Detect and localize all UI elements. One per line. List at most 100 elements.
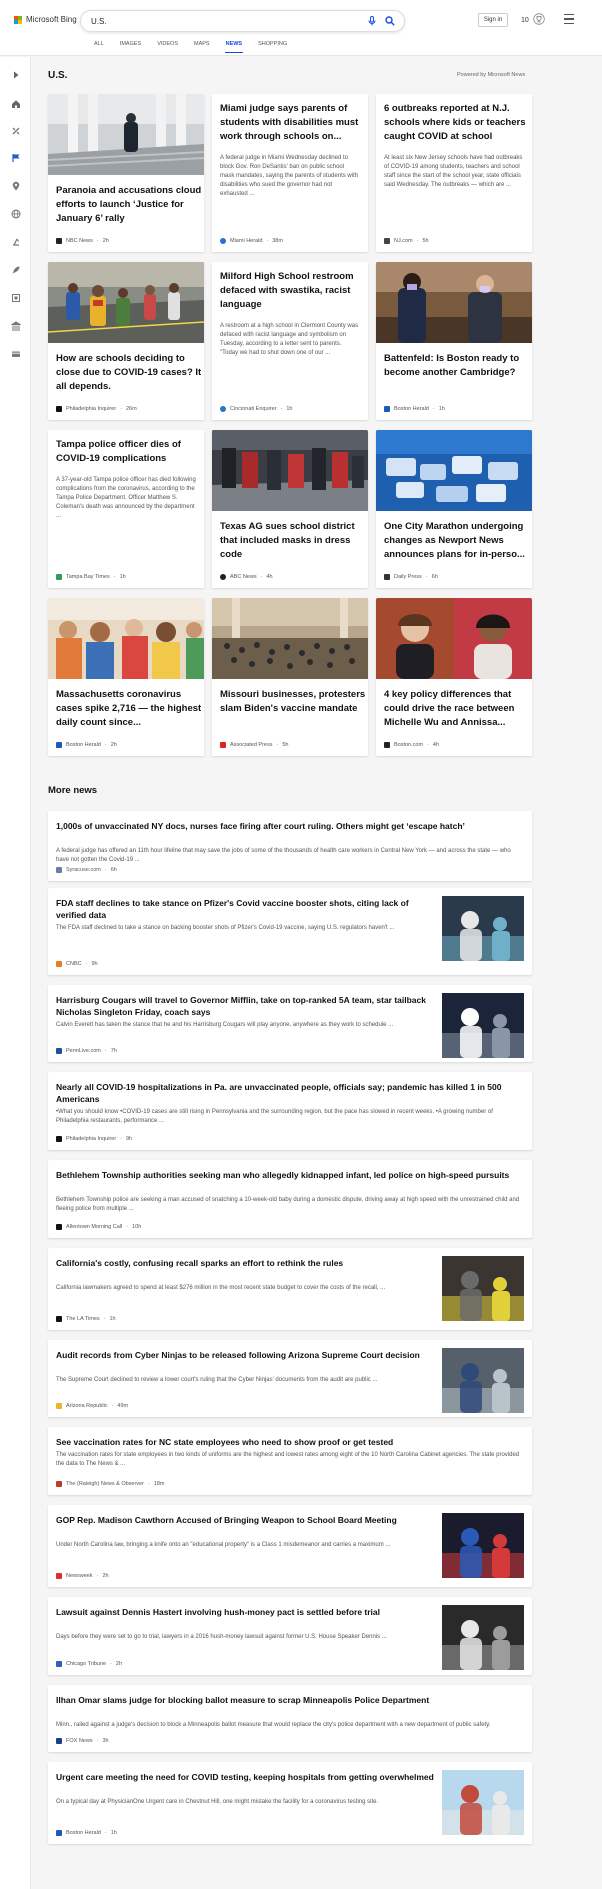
news-thumbnail[interactable] [442,1348,524,1413]
bing-logo[interactable]: Microsoft Bing [14,15,77,24]
news-card[interactable]: 6 outbreaks reported at N.J. schools whe… [376,94,532,252]
news-title[interactable]: See vaccination rates for NC state emplo… [56,1436,524,1448]
tab-news[interactable]: NEWS [218,41,251,55]
news-source[interactable]: Arizona Republic · 49m [56,1403,128,1409]
news-source[interactable]: Newsweek · 2h [56,1573,109,1579]
news-source[interactable]: Syracuse.com · 6h [56,867,117,873]
tab-all[interactable]: ALL [86,41,112,55]
tab-shopping[interactable]: SHOPPING [250,41,295,55]
news-card[interactable]: Milford High School restroom defaced wit… [212,262,368,420]
card-title[interactable]: Milford High School restroom defaced wit… [220,270,368,312]
more-news-item[interactable]: Urgent care meeting the need for COVID t… [48,1762,532,1844]
more-news-item[interactable]: Nearly all COVID-19 hospitalizations in … [48,1072,532,1150]
search-input[interactable] [91,16,360,26]
card-title[interactable]: Battenfeld: Is Boston ready to become an… [384,352,532,380]
news-thumbnail[interactable] [442,1513,524,1578]
card-source[interactable]: NBC News · 2h [56,238,109,244]
news-source[interactable]: Chicago Tribune · 2h [56,1661,122,1667]
news-card[interactable]: Paranoia and accusations cloud efforts t… [48,94,204,252]
news-title[interactable]: California's costly, confusing recall sp… [56,1257,436,1269]
powered-by-label[interactable]: Powered by Microsoft News [457,72,525,78]
news-title[interactable]: GOP Rep. Madison Cawthorn Accused of Bri… [56,1514,436,1526]
news-card[interactable]: Missouri businesses, protesters slam Bid… [212,598,368,756]
card-title[interactable]: Texas AG sues school district that inclu… [220,520,368,562]
location-icon[interactable] [9,179,23,193]
news-card[interactable]: Texas AG sues school district that inclu… [212,430,368,588]
card-source[interactable]: Boston Herald · 2h [56,742,117,748]
news-source[interactable]: Boston Herald · 1h [56,1830,117,1836]
globe-icon[interactable] [9,207,23,221]
news-thumbnail[interactable] [442,896,524,961]
card-title[interactable]: Missouri businesses, protesters slam Bid… [220,688,368,716]
news-thumbnail[interactable] [442,1770,524,1835]
rocket-icon[interactable] [9,263,23,277]
news-title[interactable]: FDA staff declines to take stance on Pfi… [56,897,436,921]
card-title[interactable]: Massachusetts coronavirus cases spike 2,… [56,688,204,730]
more-news-item[interactable]: Lawsuit against Dennis Hastert involving… [48,1597,532,1675]
home-icon[interactable] [9,97,23,111]
news-source[interactable]: The LA Times · 1h [56,1316,116,1322]
card-source[interactable]: NJ.com · 5h [384,238,429,244]
card-source[interactable]: Philadelphia Inquirer · 26m [56,406,137,412]
news-title[interactable]: Ilhan Omar slams judge for blocking ball… [56,1694,524,1706]
card-source[interactable]: Boston Herald · 1h [384,406,445,412]
card-source[interactable]: Tampa Bay Times · 1h [56,574,126,580]
menu-icon[interactable] [564,14,574,24]
tab-videos[interactable]: VIDEOS [149,41,186,55]
bank-icon[interactable] [9,319,23,333]
more-news-item[interactable]: FDA staff declines to take stance on Pfi… [48,888,532,975]
tab-maps[interactable]: MAPS [186,41,218,55]
card-title[interactable]: 4 key policy differences that could driv… [384,688,532,730]
news-source[interactable]: The (Raleigh) News & Observer · 18m [56,1481,165,1487]
news-source[interactable]: CNBC · 9h [56,961,98,967]
microphone-icon[interactable] [366,15,378,27]
card-source[interactable]: Boston.com · 4h [384,742,439,748]
card-title[interactable]: Miami judge says parents of students wit… [220,102,368,144]
news-title[interactable]: Nearly all COVID-19 hospitalizations in … [56,1081,524,1105]
news-title[interactable]: Bethlehem Township authorities seeking m… [56,1169,524,1181]
card-source[interactable]: Daily Press · 6h [384,574,438,580]
tab-images[interactable]: IMAGES [112,41,149,55]
card-source[interactable]: Miami Herald · 38m [220,238,283,244]
flag-icon[interactable] [9,151,23,165]
more-news-item[interactable]: 1,000s of unvaccinated NY docs, nurses f… [48,811,532,881]
news-thumbnail[interactable] [442,1605,524,1670]
news-title[interactable]: 1,000s of unvaccinated NY docs, nurses f… [56,820,524,832]
science-icon[interactable] [9,235,23,249]
news-card[interactable]: One City Marathon undergoing changes as … [376,430,532,588]
news-title[interactable]: Lawsuit against Dennis Hastert involving… [56,1606,436,1618]
news-card[interactable]: 4 key policy differences that could driv… [376,598,532,756]
tools-icon[interactable] [9,124,23,138]
news-card[interactable]: Massachusetts coronavirus cases spike 2,… [48,598,204,756]
sign-in-button[interactable]: Sign in [478,13,508,27]
news-card[interactable]: Miami judge says parents of students wit… [212,94,368,252]
card-title[interactable]: How are schools deciding to close due to… [56,352,204,394]
more-news-item[interactable]: Harrisburg Cougars will travel to Govern… [48,985,532,1062]
card-title[interactable]: One City Marathon undergoing changes as … [384,520,532,562]
news-title[interactable]: Urgent care meeting the need for COVID t… [56,1771,436,1783]
card-source[interactable]: ABC News · 4h [220,574,273,580]
rewards-button[interactable]: 10 [521,13,545,27]
more-news-item[interactable]: Audit records from Cyber Ninjas to be re… [48,1340,532,1417]
news-thumbnail[interactable] [442,1256,524,1321]
news-source[interactable]: FOX News · 3h [56,1738,109,1744]
more-news-item[interactable]: See vaccination rates for NC state emplo… [48,1427,532,1495]
news-title[interactable]: Harrisburg Cougars will travel to Govern… [56,994,436,1018]
expand-icon[interactable] [9,68,23,82]
more-news-item[interactable]: California's costly, confusing recall sp… [48,1248,532,1330]
news-card[interactable]: Battenfeld: Is Boston ready to become an… [376,262,532,420]
card-title[interactable]: 6 outbreaks reported at N.J. schools whe… [384,102,532,144]
card-title[interactable]: Tampa police officer dies of COVID-19 co… [56,438,204,466]
news-source[interactable]: PennLive.com · 7h [56,1048,117,1054]
news-card[interactable]: How are schools deciding to close due to… [48,262,204,420]
card-source[interactable]: Associated Press · 5h [220,742,288,748]
search-icon[interactable] [384,15,396,27]
card-source[interactable]: Cincinnati Enquirer · 1h [220,406,292,412]
card-title[interactable]: Paranoia and accusations cloud efforts t… [56,184,204,226]
more-news-item[interactable]: GOP Rep. Madison Cawthorn Accused of Bri… [48,1505,532,1587]
card-icon[interactable] [9,347,23,361]
more-news-item[interactable]: Ilhan Omar slams judge for blocking ball… [48,1685,532,1752]
news-source[interactable]: Philadelphia Inquirer · 9h [56,1136,132,1142]
news-thumbnail[interactable] [442,993,524,1058]
more-news-item[interactable]: Bethlehem Township authorities seeking m… [48,1160,532,1238]
